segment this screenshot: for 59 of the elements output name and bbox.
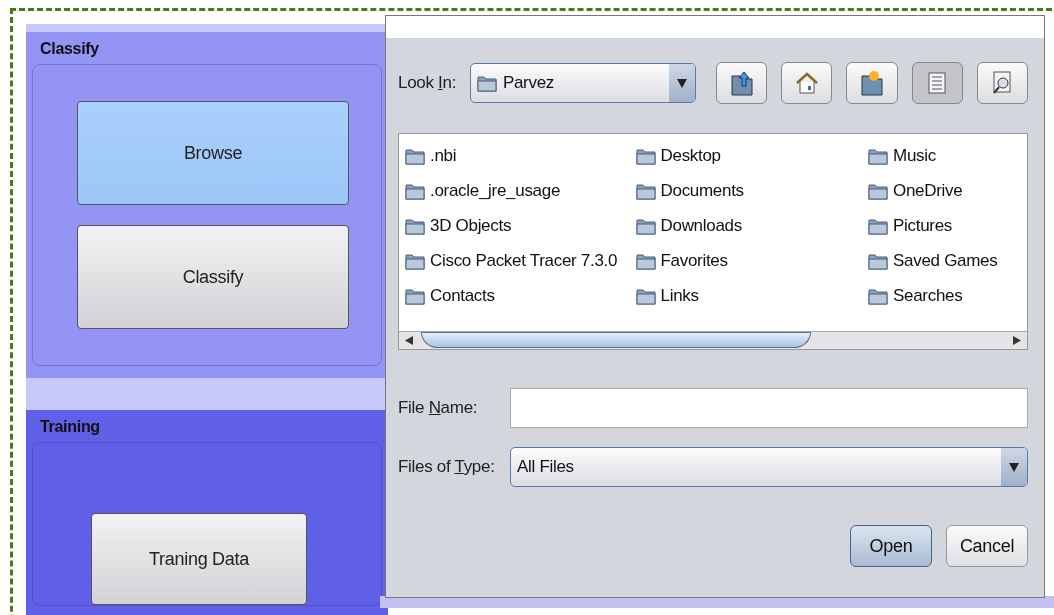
- folder-icon: [868, 286, 888, 305]
- folder-icon: [868, 146, 888, 165]
- folder-item[interactable]: Favorites: [635, 243, 868, 278]
- folder-icon: [635, 146, 656, 165]
- field-label: File Name:: [398, 398, 478, 418]
- dropdown-arrow-icon: [1009, 462, 1019, 472]
- folder-icon: [405, 181, 425, 200]
- toolbar-button[interactable]: [911, 62, 963, 104]
- action-button[interactable]: Traning Data: [91, 513, 307, 605]
- dialog-button[interactable]: Open: [850, 525, 932, 567]
- horizontal-scrollbar[interactable]: [399, 331, 1027, 349]
- folder-item[interactable]: .nbi: [405, 138, 636, 173]
- list-view-icon: [928, 72, 947, 94]
- action-button[interactable]: Browse: [77, 101, 349, 205]
- scroll-right-icon[interactable]: [1013, 336, 1021, 345]
- action-button[interactable]: Classify: [77, 225, 349, 329]
- folder-icon: [868, 251, 888, 270]
- section-title: Training: [39, 418, 101, 436]
- toolbar-button[interactable]: [781, 62, 833, 104]
- folder-item[interactable]: Contacts: [405, 278, 636, 313]
- folder-icon: [635, 286, 656, 305]
- folder-item[interactable]: OneDrive: [868, 173, 1027, 208]
- folder-item[interactable]: Music: [868, 138, 1027, 173]
- folder-icon: [635, 181, 656, 200]
- folder-icon: [476, 74, 497, 92]
- toolbar-button[interactable]: [846, 62, 898, 104]
- folder-item[interactable]: Cisco Packet Tracer 7.3.0: [405, 243, 636, 278]
- folder-icon: [405, 251, 425, 270]
- folder-icon: [405, 216, 425, 235]
- folder-icon: [868, 216, 888, 235]
- scroll-left-icon[interactable]: [405, 336, 413, 345]
- section-title: Classify: [39, 40, 100, 58]
- folder-item[interactable]: Searches: [868, 278, 1027, 313]
- folder-item[interactable]: Links: [635, 278, 868, 313]
- field-label: Files of Type:: [398, 457, 495, 477]
- folder-icon: [635, 216, 656, 235]
- folder-item[interactable]: Documents: [635, 173, 868, 208]
- file-name-field[interactable]: [510, 388, 1028, 428]
- folder-up-icon: [729, 70, 754, 96]
- look-in-dropdown[interactable]: Parvez: [469, 63, 697, 103]
- folder-item[interactable]: Pictures: [868, 208, 1027, 243]
- file-type-dropdown[interactable]: All Files: [510, 447, 1028, 487]
- new-folder-icon: [860, 70, 885, 96]
- folder-icon: [868, 181, 888, 200]
- toolbar-button[interactable]: [716, 62, 768, 104]
- folder-icon: [635, 251, 656, 270]
- dropdown-arrow-icon: [677, 78, 688, 88]
- toolbar-button[interactable]: [976, 62, 1028, 104]
- dialog-button[interactable]: Cancel: [946, 525, 1028, 567]
- folder-item[interactable]: Downloads: [635, 208, 868, 243]
- folder-item[interactable]: Desktop: [635, 138, 868, 173]
- folder-item[interactable]: .oracle_jre_usage: [405, 173, 636, 208]
- folder-item[interactable]: 3D Objects: [405, 208, 636, 243]
- folder-icon: [405, 146, 425, 165]
- folder-icon: [405, 286, 425, 305]
- home-icon: [794, 71, 819, 95]
- details-view-icon: [991, 71, 1014, 95]
- field-label: Look In:: [398, 73, 457, 93]
- folder-item[interactable]: Saved Games: [868, 243, 1027, 278]
